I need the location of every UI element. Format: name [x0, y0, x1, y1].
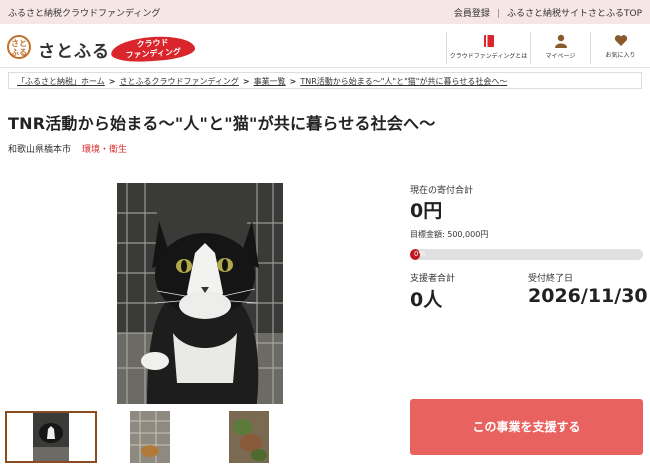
breadcrumb-crowdfunding[interactable]: さとふるクラウドファンディング	[119, 77, 238, 86]
photo-thumbnail-3[interactable]	[229, 411, 269, 463]
thumbnail-image	[7, 413, 95, 461]
deadline-value: 2026/11/30	[528, 285, 648, 307]
breadcrumb-home[interactable]: 「ふるさと納税」ホーム	[17, 77, 105, 86]
page-title: TNR活動から始まる～"人"と"猫"が共に暮らせる社会へ～	[8, 114, 436, 133]
progress-percent: 0%	[414, 250, 426, 258]
nav-label: お気に入り	[605, 52, 636, 59]
breadcrumb: 「ふるさと納税」ホーム > さとふるクラウドファンディング > 事業一覧 > TNR活動から…	[8, 72, 642, 89]
top-links: 会員登録 | ふるさと納税サイトさとふるTOP	[454, 6, 642, 19]
nav-favorites[interactable]: お気に入り	[590, 32, 650, 64]
target-amount: 目標金額: 500,000円	[410, 230, 489, 239]
satofull-top-link[interactable]: ふるさと納税サイトさとふるTOP	[507, 9, 642, 19]
photo-thumbnail-1[interactable]	[5, 411, 97, 463]
breadcrumb-separator: >	[108, 77, 116, 86]
nav-label: クラウドファンディングとは	[449, 53, 528, 60]
project-location: 和歌山県橋本市	[8, 145, 72, 155]
supporters-label: 支援者合計	[410, 274, 456, 284]
top-bar: ふるさと納税クラウドファンディング 会員登録 | ふるさと納税サイトさとふるTOP	[0, 0, 650, 24]
satofull-logo-text[interactable]: さとふる	[38, 37, 110, 62]
progress-bar: 0%	[410, 249, 643, 260]
register-link[interactable]: 会員登録	[454, 9, 490, 19]
raised-label: 現在の寄付合計	[410, 186, 474, 196]
cat-photo-image	[117, 183, 283, 404]
nav-label: マイページ	[545, 53, 576, 60]
breadcrumb-separator: >	[242, 77, 250, 86]
deadline-label: 受付終了日	[528, 274, 574, 284]
header-nav: クラウドファンディングとは マイページ お気に入り	[446, 32, 650, 64]
thumbnail-image	[229, 411, 269, 463]
breadcrumb-current[interactable]: TNR活動から始まる～"人"と"猫"が共に暮らせる社会へ～	[300, 77, 507, 86]
person-icon	[554, 34, 567, 48]
heart-icon	[614, 35, 627, 46]
raised-value: 0円	[410, 200, 443, 222]
main-project-photo	[117, 183, 283, 404]
site-tagline: ふるさと納税クラウドファンディング	[8, 9, 161, 19]
project-category-tag[interactable]: 環境・衛生	[82, 142, 127, 155]
crowdfunding-badge[interactable]: クラウド ファンディング	[110, 34, 196, 64]
book-icon	[483, 35, 494, 47]
thumbnail-image	[130, 411, 170, 463]
photo-thumbnail-2[interactable]	[130, 411, 170, 463]
support-project-button[interactable]: この事業を支援する	[410, 399, 643, 455]
breadcrumb-separator: >	[289, 77, 297, 86]
satofull-logo-mark[interactable]: さと ふる	[7, 35, 31, 59]
nav-mypage[interactable]: マイページ	[530, 32, 590, 64]
breadcrumb-project-list[interactable]: 事業一覧	[254, 77, 286, 86]
site-header: さと ふる さとふる クラウド ファンディング クラウドファンディングとは マイペ…	[0, 24, 650, 68]
nav-about-crowdfunding[interactable]: クラウドファンディングとは	[446, 32, 530, 64]
supporters-value: 0人	[410, 289, 443, 311]
badge-line2: ファンディング	[125, 47, 182, 60]
link-divider: |	[496, 9, 500, 19]
